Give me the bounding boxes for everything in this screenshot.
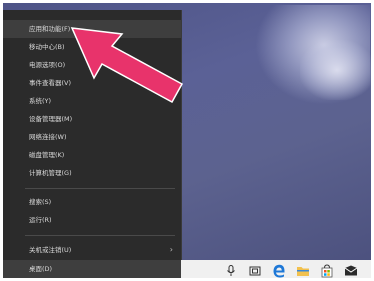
task-view-icon[interactable]: [245, 260, 265, 281]
pointer-arrow-annotation: [70, 27, 184, 104]
wallpaper-cloud-highlight: [300, 40, 374, 100]
store-icon[interactable]: [317, 260, 337, 281]
menu-item-desktop[interactable]: 桌面(D): [3, 260, 181, 278]
edge-icon[interactable]: [269, 260, 289, 281]
menu-item-label: 关机或注销(U): [29, 246, 72, 254]
chevron-right-icon: ›: [169, 245, 173, 254]
mail-icon[interactable]: [341, 260, 361, 281]
menu-item-device-manager[interactable]: 设备管理器(M): [3, 110, 181, 128]
menu-item-disk-management[interactable]: 磁盘管理(K): [3, 146, 181, 164]
taskbar: [181, 260, 374, 281]
menu-item-shutdown-or-sign-out[interactable]: 关机或注销(U) ›: [3, 241, 181, 259]
menu-item-network-connections[interactable]: 网络连接(W): [3, 128, 181, 146]
menu-item-run[interactable]: 运行(R): [3, 211, 181, 229]
microphone-icon[interactable]: [221, 260, 241, 281]
menu-separator: [25, 188, 175, 189]
menu-separator: [25, 235, 175, 236]
menu-item-computer-management[interactable]: 计算机管理(G): [3, 164, 181, 182]
menu-item-search[interactable]: 搜索(S): [3, 193, 181, 211]
file-explorer-icon[interactable]: [293, 260, 313, 281]
